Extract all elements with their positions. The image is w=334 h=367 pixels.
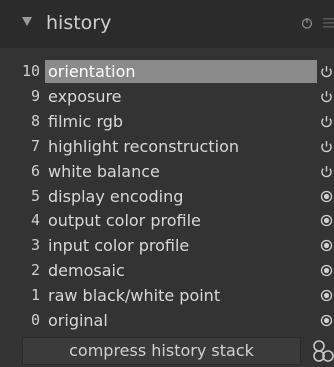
module-always-on-icon — [320, 265, 333, 277]
module-on-icon — [321, 115, 332, 128]
history-item[interactable]: output color profile — [45, 209, 317, 232]
history-item-label: filmic rgb — [48, 111, 124, 131]
history-item-label: white balance — [48, 161, 160, 181]
history-row[interactable]: 0 original — [0, 308, 334, 333]
history-item-label: demosaic — [48, 261, 125, 281]
history-item-number: 3 — [30, 236, 40, 255]
compress-history-button[interactable]: compress history stack — [22, 337, 301, 365]
history-row[interactable]: 8 filmic rgb — [0, 109, 334, 134]
history-item-number: 8 — [30, 111, 40, 130]
history-item[interactable]: display encoding — [45, 185, 317, 208]
history-row[interactable]: 5 display encoding — [0, 184, 334, 209]
module-always-on-icon — [320, 314, 333, 327]
history-row[interactable]: 7 highlight reconstruction — [0, 134, 334, 159]
history-item-number: 7 — [30, 136, 40, 155]
history-item-number: 4 — [30, 211, 40, 230]
history-item-number: 5 — [30, 186, 40, 205]
history-item-number: 9 — [30, 86, 40, 105]
module-on-icon — [321, 140, 332, 152]
history-row[interactable]: 4 output color profile — [0, 208, 334, 233]
history-header[interactable]: history — [0, 0, 334, 48]
history-item-label: highlight reconstruction — [48, 136, 239, 156]
history-item[interactable]: input color profile — [45, 234, 317, 257]
history-row[interactable]: 2 demosaic — [0, 258, 334, 283]
history-row[interactable]: 3 input color profile — [0, 233, 334, 258]
history-item[interactable]: original — [45, 309, 317, 332]
history-item-number: 10 — [21, 62, 40, 80]
history-row[interactable]: 10 orientation — [0, 59, 334, 84]
history-item-label: exposure — [48, 86, 122, 106]
history-row[interactable]: 9 exposure — [0, 84, 334, 109]
history-item-label: orientation — [48, 62, 136, 81]
create-style-icon[interactable] — [310, 338, 334, 364]
module-always-on-icon — [320, 289, 333, 302]
history-item-label: original — [48, 311, 108, 330]
history-item[interactable]: highlight reconstruction — [45, 135, 317, 158]
history-item[interactable]: raw black/white point — [45, 284, 317, 307]
history-row[interactable]: 6 white balance — [0, 159, 334, 184]
history-item-label: output color profile — [48, 211, 201, 231]
history-item-label: input color profile — [48, 236, 190, 256]
history-item-label: display encoding — [48, 186, 184, 206]
history-item-number: 6 — [30, 161, 40, 180]
history-item[interactable]: filmic rgb — [45, 110, 317, 133]
history-item[interactable]: exposure — [45, 85, 317, 108]
history-item-number: 2 — [30, 261, 40, 280]
presets-menu-icon[interactable] — [320, 16, 334, 30]
history-item[interactable]: orientation — [45, 60, 317, 83]
history-item-label: raw black/white point — [48, 286, 221, 306]
history-item-number: 1 — [30, 286, 40, 305]
collapse-arrow-icon[interactable] — [22, 17, 32, 26]
history-row[interactable]: 1 raw black/white point — [0, 283, 334, 308]
history-item[interactable]: white balance — [45, 160, 317, 183]
module-on-icon — [321, 90, 332, 103]
history-item-number: 0 — [30, 311, 40, 329]
reset-icon[interactable] — [301, 17, 313, 29]
module-on-icon — [321, 165, 332, 177]
module-on-icon — [321, 66, 332, 78]
module-always-on-icon — [320, 190, 333, 202]
module-title: history — [46, 12, 112, 34]
module-always-on-icon — [320, 215, 333, 227]
history-item[interactable]: demosaic — [45, 259, 317, 282]
module-always-on-icon — [320, 240, 333, 252]
